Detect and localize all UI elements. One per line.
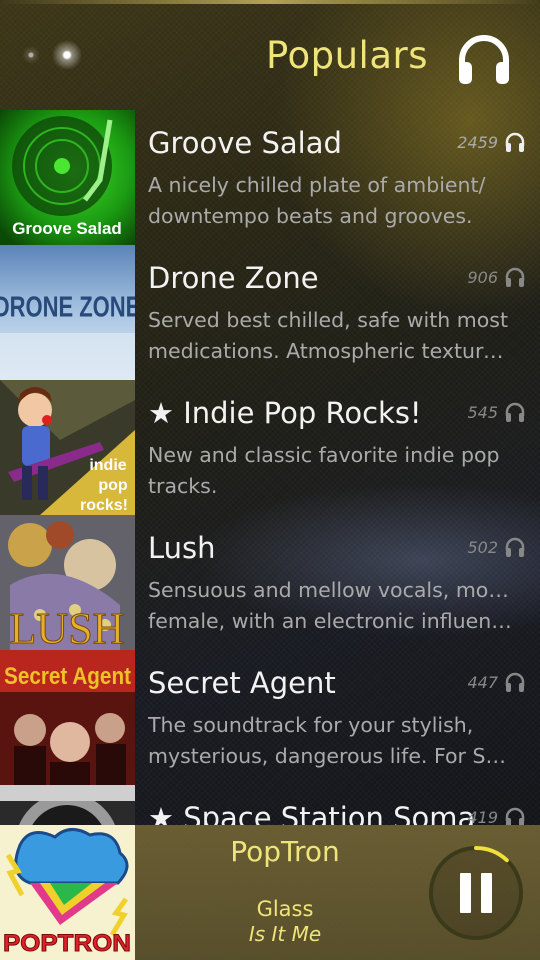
station-thumbnail: Groove Salad — [0, 110, 135, 245]
thumbnail-label: indie — [89, 457, 126, 474]
thumbnail-label: pop — [98, 477, 128, 494]
listener-count: 447 — [467, 673, 498, 692]
listener-count: 2459 — [457, 133, 498, 152]
thumbnail-label: Secret Agent — [4, 663, 131, 690]
station-thumbnail: DRONE ZONE — [0, 245, 135, 380]
description-line: New and classic favorite indie pop — [148, 443, 500, 467]
pause-button[interactable] — [428, 845, 524, 941]
station-thumbnail: LUSH — [0, 515, 135, 650]
station-item-groove-salad[interactable]: Groove Salad Groove Salad A nicely chill… — [0, 110, 540, 245]
pulley-menu-indicator[interactable] — [22, 40, 82, 70]
now-playing-song: Is It Me — [248, 922, 322, 946]
description-line: medications. Atmospheric texture… — [148, 339, 514, 363]
description-line: Sensuous and mellow vocals, mostly — [148, 578, 514, 602]
description-line: female, with an electronic influence. — [148, 609, 514, 633]
station-item-indie-pop-rocks[interactable]: indie pop rocks! ★ Indie Pop Rocks! New … — [0, 380, 540, 515]
thumbnail-label: LUSH — [10, 604, 125, 650]
description-line: mysterious, dangerous life. For Spie… — [148, 744, 514, 768]
now-playing-panel[interactable]: POPTRON PopTron Glass Is It Me — [0, 825, 540, 960]
headphones-icon — [505, 402, 525, 422]
station-title: Secret Agent — [148, 666, 336, 700]
station-description: New and classic favorite indie pop track… — [148, 440, 514, 502]
headphones-icon — [505, 807, 525, 825]
page-title: Populars — [265, 34, 428, 77]
description-line: downtempo beats and grooves. — [148, 204, 473, 228]
listener-count: 502 — [467, 538, 498, 557]
pulley-dot-active-icon — [52, 40, 82, 70]
station-description: Sensuous and mellow vocals, mostly femal… — [148, 575, 514, 637]
listener-count: 906 — [467, 268, 498, 287]
description-line: A nicely chilled plate of ambient/ — [148, 173, 486, 197]
station-description: Served best chilled, safe with most medi… — [148, 305, 514, 367]
station-title: ★ Space Station Soma — [148, 801, 475, 825]
station-thumbnail: Secret Agent — [0, 650, 135, 785]
station-title-text: Indie Pop Rocks! — [183, 396, 422, 430]
station-item-lush[interactable]: LUSH Lush Sensuous and mellow vocals, mo… — [0, 515, 540, 650]
station-title-text: Space Station Soma — [183, 801, 476, 825]
listener-count: 419 — [467, 808, 498, 825]
now-playing-artist: Glass — [256, 897, 314, 921]
listener-count: 545 — [467, 403, 498, 422]
pause-icon — [460, 873, 471, 913]
now-playing-station: PopTron — [230, 835, 340, 868]
headphones-icon — [505, 132, 525, 152]
headphones-icon — [505, 537, 525, 557]
station-title: Lush — [148, 531, 216, 565]
page-header: Populars — [0, 0, 540, 110]
description-line: The soundtrack for your stylish, — [148, 713, 474, 737]
station-list[interactable]: Groove Salad Groove Salad A nicely chill… — [0, 110, 540, 825]
headphones-icon — [505, 672, 525, 692]
station-description: The soundtrack for your stylish, mysteri… — [148, 710, 514, 772]
description-line: Served best chilled, safe with most — [148, 308, 509, 332]
headphones-icon[interactable] — [456, 32, 512, 86]
station-title: ★ Indie Pop Rocks! — [148, 396, 422, 430]
thumbnail-label: POPTRON — [3, 930, 131, 957]
headphones-icon — [505, 267, 525, 287]
thumbnail-label: Groove Salad — [12, 219, 122, 238]
thumbnail-label: DRONE ZONE — [0, 292, 135, 323]
station-title: Drone Zone — [148, 261, 319, 295]
favorite-star-icon: ★ — [148, 396, 174, 430]
now-playing-thumbnail: POPTRON — [0, 825, 135, 960]
favorite-star-icon: ★ — [148, 801, 174, 825]
station-description: A nicely chilled plate of ambient/ downt… — [148, 170, 514, 232]
station-thumbnail — [0, 785, 135, 825]
station-title: Groove Salad — [148, 126, 342, 160]
station-item-secret-agent[interactable]: Secret Agent Secret Agent The soundtrack… — [0, 650, 540, 785]
description-line: tracks. — [148, 474, 218, 498]
pulley-dot-icon — [22, 46, 40, 64]
station-thumbnail: indie pop rocks! — [0, 380, 135, 515]
thumbnail-label: rocks! — [80, 497, 128, 514]
station-item-space-station-soma[interactable]: ★ Space Station Soma 419 — [0, 785, 540, 825]
station-item-drone-zone[interactable]: DRONE ZONE Drone Zone Served best chille… — [0, 245, 540, 380]
